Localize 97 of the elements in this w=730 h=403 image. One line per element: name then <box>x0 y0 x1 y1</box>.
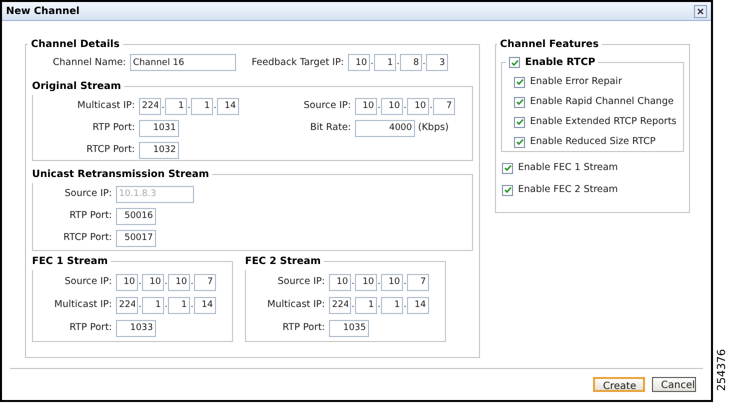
section-legend: Unicast Retransmission Stream <box>32 169 210 180</box>
input-field[interactable]: 4000 <box>355 120 415 136</box>
ip-dot: . <box>403 298 407 312</box>
ip-dot: . <box>138 276 142 288</box>
checkbox[interactable] <box>514 96 525 108</box>
input-field[interactable]: 1035 <box>329 320 369 336</box>
ip-octet-field[interactable]: 10 <box>116 274 138 290</box>
ip-octet-field[interactable]: 1 <box>381 296 403 314</box>
ip-dot: . <box>396 56 400 70</box>
ip-dot: . <box>351 298 355 312</box>
checkbox-label: Enable RTCP <box>525 56 596 70</box>
checkbox-label: Enable FEC 2 Stream <box>518 183 618 198</box>
ip-dot: . <box>164 276 168 288</box>
ip-octet-field[interactable]: 7 <box>407 274 429 290</box>
ip-dot: . <box>138 298 142 312</box>
field-label: Source IP: <box>64 186 112 201</box>
ip-dot: . <box>377 100 381 112</box>
section-legend: Original Stream <box>32 81 122 92</box>
ip-octet-field[interactable]: 7 <box>194 274 216 290</box>
input-field[interactable]: 50016 <box>116 208 156 224</box>
section-legend: Channel Details <box>31 39 120 50</box>
field-label: RTP Port: <box>282 320 325 335</box>
field-label: Feedback Target IP: <box>250 56 344 70</box>
checkbox-label: Enable FEC 1 Stream <box>518 161 618 176</box>
checkbox[interactable] <box>509 57 520 68</box>
ip-dot: . <box>370 56 374 70</box>
field-label: Source IP: <box>276 274 325 289</box>
checkbox-label: Enable Rapid Channel Change <box>530 95 674 110</box>
field-label: Multicast IP: <box>266 298 325 312</box>
ip-octet-field[interactable]: 14 <box>407 296 429 314</box>
ip-dot: . <box>190 276 194 288</box>
checkbox-label: Enable Extended RTCP Reports <box>530 115 676 130</box>
ip-octet-field[interactable]: 14 <box>194 296 216 314</box>
input-field[interactable]: 1031 <box>139 120 179 136</box>
ip-dot: . <box>164 298 168 312</box>
input-field[interactable]: 50017 <box>116 230 156 246</box>
ip-octet-field[interactable]: 1 <box>165 98 187 114</box>
section-legend: FEC 2 Stream <box>245 256 321 268</box>
field-label: Bit Rate: <box>309 120 351 135</box>
ip-octet-field[interactable]: 10 <box>168 274 190 290</box>
input-field[interactable]: Channel 16 <box>130 54 236 72</box>
ip-dot: . <box>190 298 194 312</box>
field-label: RTP Port: <box>68 320 112 335</box>
ip-octet-field[interactable]: 1 <box>142 296 164 314</box>
dialog-button[interactable]: Create <box>593 377 645 392</box>
ip-octet-field[interactable]: 10 <box>348 54 370 72</box>
field-label: Channel Name: <box>52 56 126 70</box>
checkbox[interactable] <box>514 76 525 88</box>
checkbox[interactable] <box>514 116 525 128</box>
ip-dot: . <box>161 100 165 112</box>
section-legend: Channel Features <box>500 39 599 50</box>
field-label: RTP Port: <box>68 208 112 223</box>
ip-octet-field[interactable]: 10 <box>142 274 164 290</box>
ip-dot: . <box>429 100 433 112</box>
field-label: Multicast IP: <box>76 98 135 113</box>
checkbox-label: Enable Error Repair <box>530 75 622 90</box>
ip-octet-field[interactable]: 10 <box>381 274 403 290</box>
close-button[interactable] <box>694 4 707 18</box>
checkbox[interactable] <box>502 184 513 196</box>
ip-dot: . <box>403 100 407 112</box>
ip-octet-field[interactable]: 10 <box>407 98 429 114</box>
close-icon <box>697 8 704 14</box>
section-legend: FEC 1 Stream <box>32 256 108 268</box>
ip-octet-field[interactable]: 3 <box>426 54 448 72</box>
ip-octet-field[interactable]: 7 <box>433 98 455 114</box>
input-field[interactable]: 1032 <box>139 142 179 158</box>
ip-octet-field[interactable]: 10 <box>355 274 377 290</box>
ip-octet-field[interactable]: 1 <box>168 296 190 314</box>
unit-label: (Kbps) <box>418 120 449 135</box>
checkbox[interactable] <box>514 136 525 148</box>
ip-octet-field[interactable]: 8 <box>400 54 422 72</box>
input-field[interactable]: 1033 <box>116 320 156 336</box>
ip-dot: . <box>377 298 381 312</box>
field-label: RTCP Port: <box>85 142 135 157</box>
field-label: RTP Port: <box>92 120 135 135</box>
ip-dot: . <box>403 276 407 288</box>
ip-octet-field[interactable]: 10 <box>329 274 351 290</box>
ip-dot: . <box>422 56 426 70</box>
field-label: Source IP: <box>64 274 112 289</box>
ip-octet-field[interactable]: 14 <box>217 98 239 114</box>
ip-octet-field[interactable]: 1 <box>355 296 377 314</box>
field-label: Source IP: <box>302 98 351 113</box>
ip-dot: . <box>187 100 191 112</box>
field-label: RTCP Port: <box>62 230 112 245</box>
ip-octet-field[interactable]: 1 <box>374 54 396 72</box>
field-label: Multicast IP: <box>53 298 112 312</box>
ip-octet-field[interactable]: 10 <box>381 98 403 114</box>
ip-octet-field[interactable]: 10 <box>355 98 377 114</box>
ip-octet-field[interactable]: 1 <box>191 98 213 114</box>
dialog-button[interactable]: Cancel <box>652 377 696 392</box>
figure-number: 254376 <box>715 349 728 391</box>
window-title: New Channel <box>6 4 80 18</box>
ip-dot: . <box>351 276 355 288</box>
checkbox[interactable] <box>502 162 513 174</box>
ip-dot: . <box>377 276 381 288</box>
checkbox-label: Enable Reduced Size RTCP <box>530 135 656 150</box>
ip-dot: . <box>213 100 217 112</box>
